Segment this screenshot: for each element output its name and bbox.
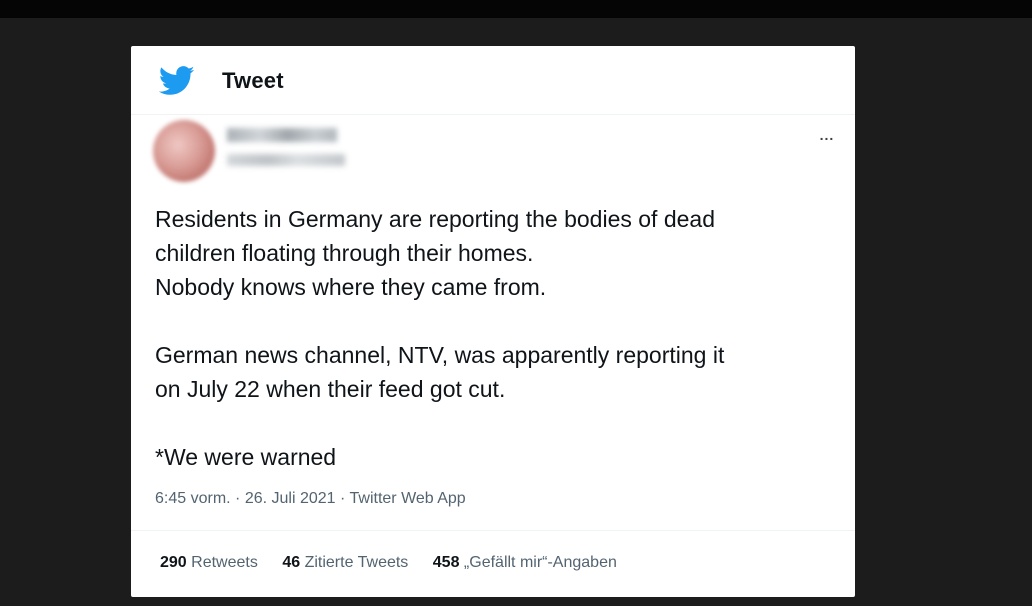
tweet-text-line: children floating through their homes. bbox=[155, 240, 534, 266]
tweet-stats: 290 Retweets 46 Zitierte Tweets 458 „Gef… bbox=[160, 554, 637, 572]
tweet-text-line: *We were warned bbox=[155, 444, 337, 470]
likes-label: „Gefällt mir“-Angaben bbox=[463, 554, 617, 571]
header-title: Tweet bbox=[222, 68, 284, 93]
header-divider bbox=[131, 114, 855, 115]
quote-tweets-label: Zitierte Tweets bbox=[304, 554, 409, 571]
tweet-source[interactable]: Twitter Web App bbox=[350, 490, 466, 507]
tweet-meta: 6:45 vorm. · 26. Juli 2021 · Twitter Web… bbox=[155, 490, 466, 508]
quote-tweets-count: 46 bbox=[282, 554, 301, 571]
screen-top-bar bbox=[0, 0, 1032, 18]
tweet-text-line: Nobody knows where they came from. bbox=[155, 274, 547, 300]
meta-divider bbox=[131, 530, 855, 531]
avatar[interactable] bbox=[153, 120, 215, 182]
more-options-button[interactable]: ... bbox=[815, 126, 839, 144]
likes-stat[interactable]: 458 „Gefällt mir“-Angaben bbox=[433, 554, 617, 572]
tweet-text-line: Residents in Germany are reporting the b… bbox=[155, 206, 715, 232]
tweet-date[interactable]: 26. Juli 2021 bbox=[245, 490, 336, 507]
meta-separator: · bbox=[235, 490, 241, 507]
retweets-label: Retweets bbox=[191, 554, 258, 571]
likes-count: 458 bbox=[432, 554, 460, 571]
tweet-text: Residents in Germany are reporting the b… bbox=[155, 202, 835, 474]
retweets-stat[interactable]: 290 Retweets bbox=[160, 554, 258, 572]
tweet-text-line: German news channel, NTV, was apparently… bbox=[155, 342, 725, 368]
tweet-time[interactable]: 6:45 vorm. bbox=[155, 490, 231, 507]
meta-separator: · bbox=[340, 490, 346, 507]
blurred-username[interactable] bbox=[227, 154, 345, 166]
tweet-card: Tweet ... Residents in Germany are repor… bbox=[131, 46, 855, 597]
tweet-header: Tweet bbox=[131, 46, 855, 114]
twitter-bird-icon bbox=[159, 66, 195, 95]
tweet-text-line: on July 22 when their feed got cut. bbox=[155, 376, 506, 402]
retweets-count: 290 bbox=[160, 554, 187, 571]
blurred-display-name[interactable] bbox=[227, 128, 337, 142]
quote-tweets-stat[interactable]: 46 Zitierte Tweets bbox=[282, 554, 408, 572]
